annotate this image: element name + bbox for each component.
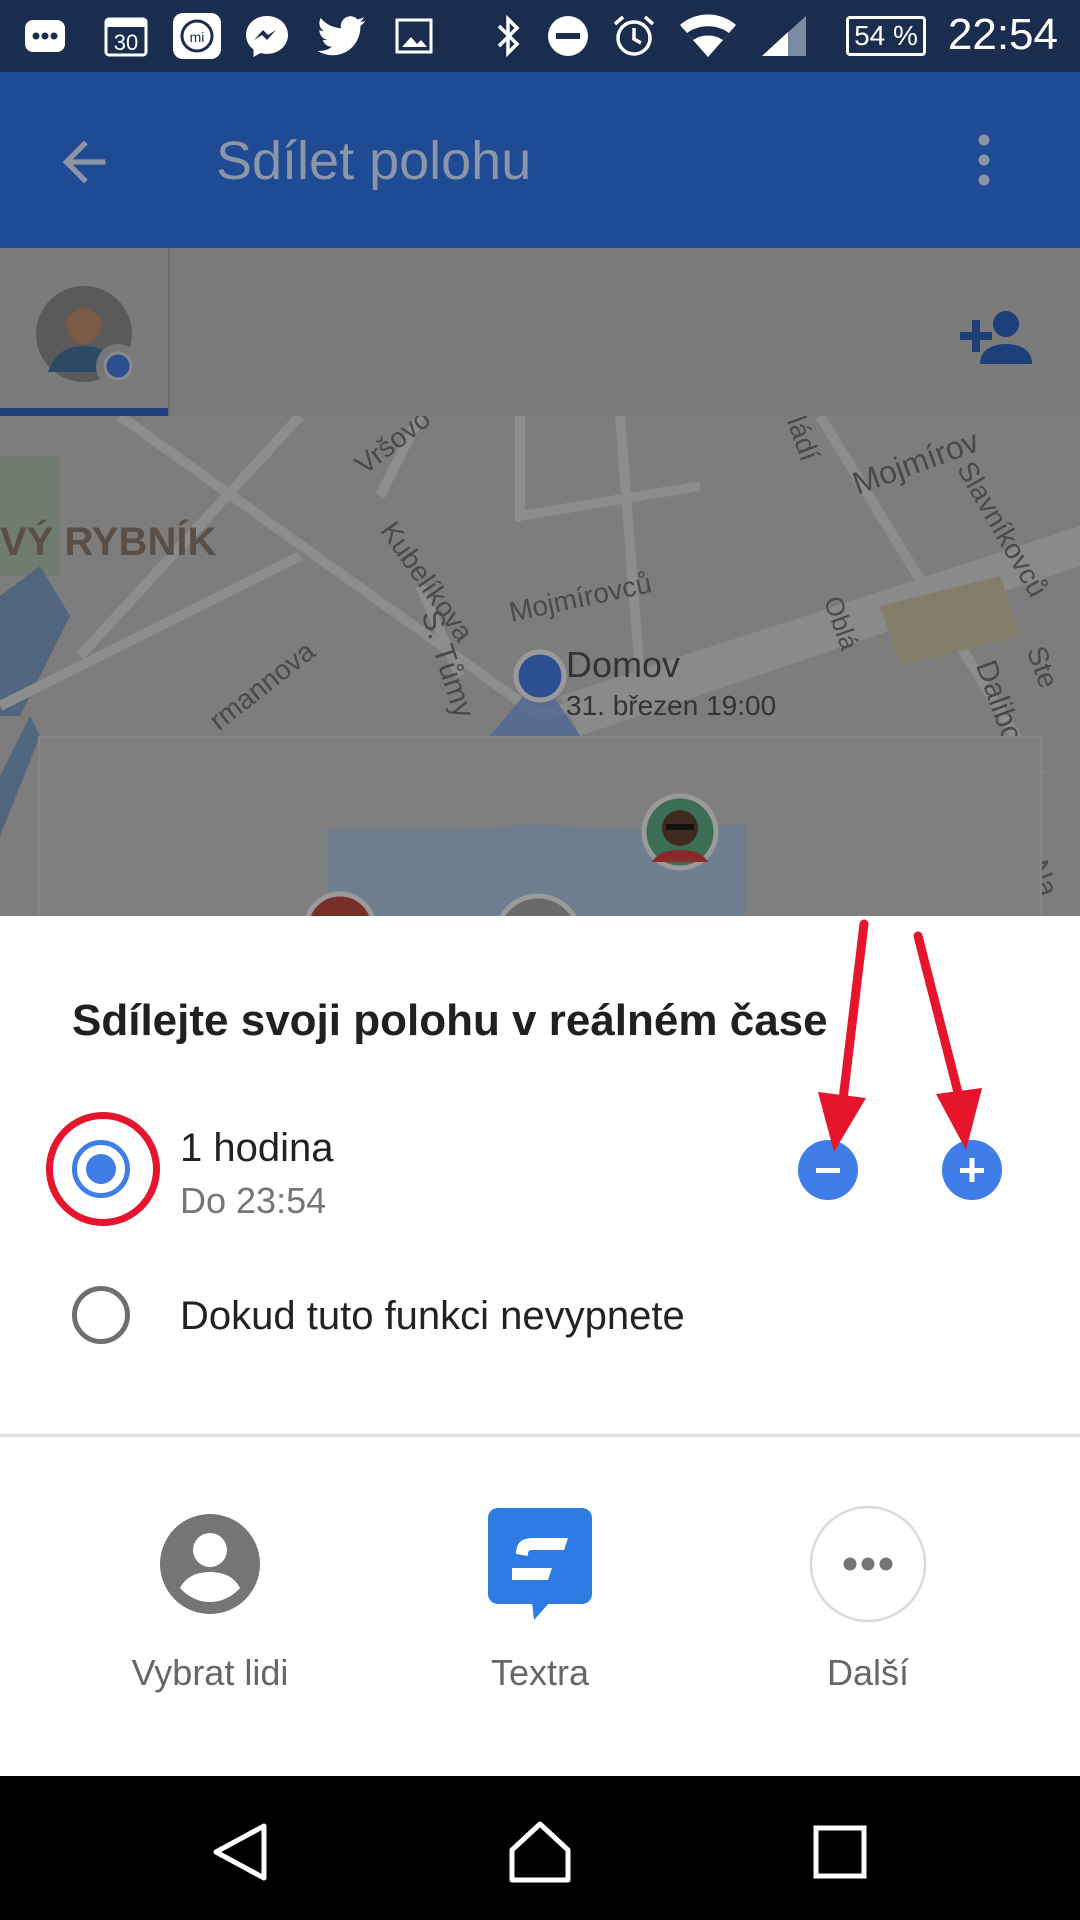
signal-icon xyxy=(760,14,808,58)
textra-app-icon xyxy=(480,1504,600,1624)
more-horiz-icon xyxy=(808,1504,928,1624)
nav-home-icon[interactable] xyxy=(508,1820,572,1884)
nav-recents-icon[interactable] xyxy=(808,1820,872,1884)
more-vert-icon[interactable] xyxy=(958,132,1010,192)
map-view[interactable]: VÝ RYBNÍK Vršovo Kubelíkova Mojmírovců S… xyxy=(0,416,1080,916)
option-duration-sublabel: Do 23:54 xyxy=(180,1180,327,1221)
twitter-icon xyxy=(318,14,366,58)
share-target-label: Textra xyxy=(490,1652,590,1693)
mi-text: mi xyxy=(190,29,205,45)
account-circle-icon xyxy=(150,1504,270,1624)
calendar-30-icon: 30 xyxy=(104,14,148,58)
messenger-icon xyxy=(244,14,290,58)
increase-button[interactable] xyxy=(942,1140,1002,1200)
people-strip xyxy=(0,248,1080,416)
arrow-back-icon[interactable] xyxy=(52,130,116,198)
option-forever-label: Dokud tuto funkci nevypnete xyxy=(180,1294,685,1338)
mi-fit-icon: mi xyxy=(172,13,222,59)
radio-forever[interactable] xyxy=(72,1286,130,1344)
person-add-icon[interactable] xyxy=(960,308,1032,368)
friend-avatar-icon xyxy=(641,793,719,871)
option-duration[interactable]: 1 hodina Do 23:54 xyxy=(0,1112,1080,1252)
avatar[interactable] xyxy=(34,284,140,388)
status-bar: 30 mi 54 % 22:54 xyxy=(0,0,1080,72)
gallery-icon xyxy=(394,14,434,58)
bluetooth-icon xyxy=(490,14,526,58)
battery-indicator: 54 % xyxy=(846,16,926,56)
sheet-divider xyxy=(0,1434,1080,1437)
minus-icon xyxy=(816,1168,840,1173)
share-target-label: Další xyxy=(826,1652,910,1693)
radio-duration[interactable] xyxy=(72,1140,130,1198)
share-target-more[interactable]: Další xyxy=(738,1504,998,1694)
alarm-icon xyxy=(612,14,656,58)
place-name: Domov xyxy=(566,644,681,685)
more-icon xyxy=(24,14,66,58)
calendar-day-text: 30 xyxy=(114,30,138,55)
do-not-disturb-icon xyxy=(546,14,590,58)
share-sheet: Sdílejte svoji polohu v reálném čase 1 h… xyxy=(0,916,1080,1776)
map-illustration xyxy=(305,793,746,916)
share-target-textra[interactable]: Textra xyxy=(410,1504,670,1694)
map-district-label: VÝ RYBNÍK xyxy=(0,520,217,564)
decrease-button[interactable] xyxy=(798,1140,858,1200)
nav-back-icon[interactable] xyxy=(208,1820,272,1884)
option-forever[interactable]: Dokud tuto funkci nevypnete xyxy=(0,1274,1080,1374)
illustration-card xyxy=(38,736,1042,916)
share-target-label: Vybrat lidi xyxy=(131,1652,289,1693)
app-bar: Sdílet polohu xyxy=(0,72,1080,248)
wifi-icon xyxy=(678,14,738,58)
system-nav-bar xyxy=(0,1776,1080,1920)
option-duration-label: 1 hodina xyxy=(180,1126,334,1170)
plus-icon xyxy=(960,1158,984,1182)
clock: 22:54 xyxy=(947,10,1058,59)
share-target-choose-people[interactable]: Vybrat lidi xyxy=(80,1504,340,1694)
sheet-heading: Sdílejte svoji polohu v reálném čase xyxy=(72,996,828,1045)
place-time: 31. březen 19:00 xyxy=(566,690,777,721)
page-title: Sdílet polohu xyxy=(216,131,532,191)
selected-tab-indicator xyxy=(0,408,168,416)
strip-divider xyxy=(168,248,170,416)
